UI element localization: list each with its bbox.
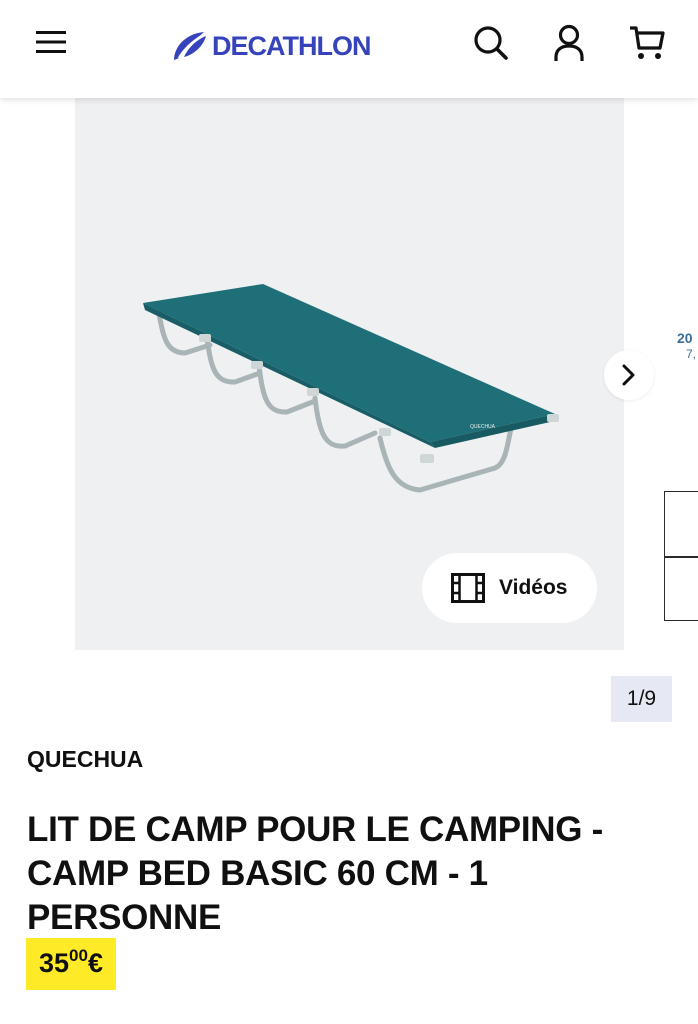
account-button[interactable]: [546, 20, 592, 66]
next-image-button[interactable]: [604, 350, 654, 400]
price-currency: €: [87, 948, 103, 978]
next-image-peek-subtext: 7,: [686, 347, 697, 361]
search-icon: [474, 26, 508, 60]
next-image-peek-text: 20: [677, 330, 693, 346]
price-integer: 35: [39, 948, 70, 978]
cart-icon: [630, 26, 665, 59]
videos-button[interactable]: Vidéos: [422, 553, 597, 623]
site-header: DECATHLON: [0, 0, 698, 98]
menu-button[interactable]: [28, 22, 74, 62]
logo-text: DECATHLON: [212, 30, 371, 61]
product-price: 35 00 €: [26, 938, 116, 990]
film-icon: [451, 573, 485, 603]
search-button[interactable]: [468, 20, 514, 66]
next-image-peek-divider: [664, 556, 698, 558]
image-counter: 1/9: [611, 676, 672, 722]
svg-text:QUECHUA: QUECHUA: [470, 424, 496, 430]
price-decimal: 00: [69, 946, 88, 965]
product-title: LIT DE CAMP POUR LE CAMPING - CAMP BED B…: [27, 810, 603, 937]
videos-label: Vidéos: [499, 576, 568, 599]
chevron-right-icon: [622, 364, 635, 386]
hamburger-menu-icon: [36, 31, 66, 53]
product-brand[interactable]: QUECHUA: [27, 746, 143, 773]
user-icon: [554, 24, 584, 61]
logo-swoosh-icon: [174, 32, 206, 60]
cart-button[interactable]: [622, 20, 672, 66]
decathlon-logo[interactable]: DECATHLON: [170, 28, 371, 64]
